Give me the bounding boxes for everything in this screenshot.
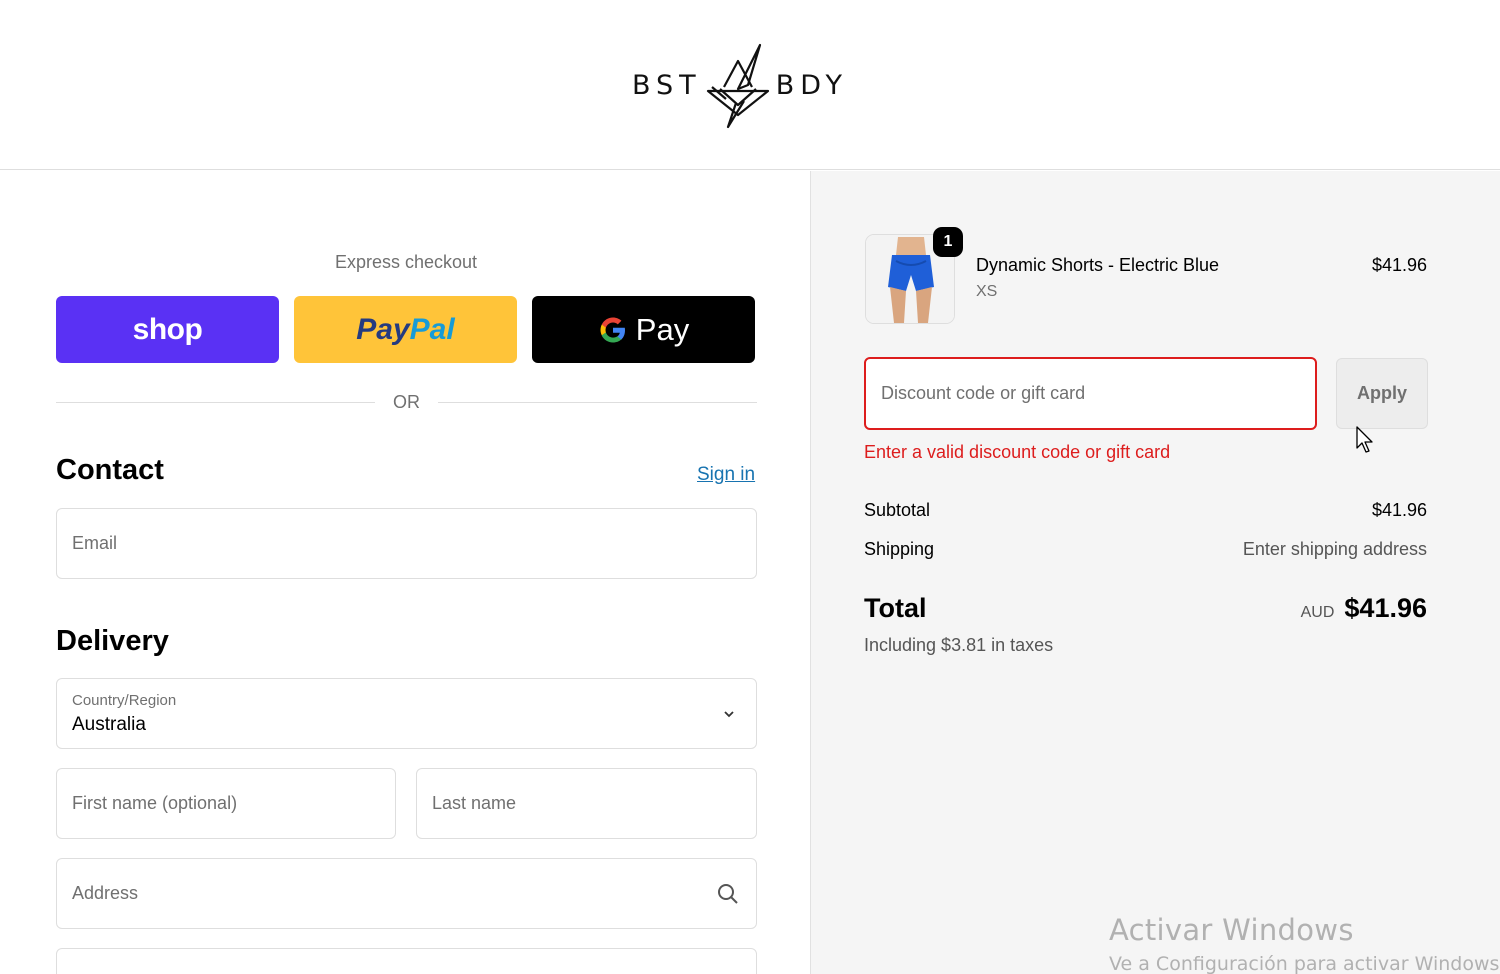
total-label: Total: [864, 593, 927, 623]
shop-pay-button[interactable]: shop: [56, 296, 279, 363]
subtotal-value: $41.96: [1371, 500, 1427, 520]
apply-button[interactable]: Apply: [1336, 358, 1428, 429]
discount-input[interactable]: [881, 359, 1301, 428]
email-field[interactable]: [56, 508, 757, 579]
apartment-field[interactable]: [56, 948, 757, 974]
product-variant: XS: [976, 283, 998, 300]
last-name-input[interactable]: [432, 769, 741, 838]
google-g-icon: [600, 317, 625, 342]
search-icon: [718, 884, 738, 904]
country-select[interactable]: Country/Region Australia: [56, 678, 757, 749]
address-field[interactable]: [56, 858, 757, 929]
sign-in-link[interactable]: Sign in: [697, 464, 755, 486]
quantity-badge: 1: [933, 227, 963, 257]
contact-heading: Contact: [56, 454, 164, 486]
product-price: $41.96: [1371, 255, 1427, 275]
shop-pay-label: shop: [132, 312, 203, 346]
last-name-field[interactable]: [416, 768, 757, 839]
paypal-label-pay: Pay: [356, 312, 410, 346]
logo-text-right: BDY: [775, 69, 849, 101]
bolt-triangle-logo-icon: [706, 43, 769, 129]
or-divider: OR: [56, 390, 757, 414]
country-select-label: Country/Region: [72, 692, 177, 709]
paypal-label-pal: Pal: [409, 312, 455, 346]
brand-logo[interactable]: BST BDY: [632, 40, 858, 130]
order-summary: 1 Dynamic Shorts - Electric Blue XS $41.…: [810, 171, 1500, 974]
first-name-field[interactable]: [56, 768, 396, 839]
country-select-value: Australia: [72, 714, 146, 735]
watermark-subtitle: Ve a Configuración para activar Windows.: [1109, 953, 1500, 974]
subtotal-label: Subtotal: [864, 500, 931, 520]
google-pay-button[interactable]: Pay: [532, 296, 755, 363]
windows-activation-watermark: Activar Windows Ve a Configuración para …: [1109, 913, 1500, 974]
currency-code: AUD: [1300, 604, 1335, 621]
total-amount: AUD $41.96: [1301, 593, 1427, 624]
discount-field[interactable]: [864, 357, 1317, 430]
checkout-form: Express checkout shop Pay Pal Pay OR Cont…: [0, 171, 810, 974]
divider-line-left: [56, 401, 375, 403]
delivery-heading: Delivery: [56, 625, 169, 657]
header: BST BDY: [0, 0, 1500, 170]
google-pay-label: Pay: [635, 311, 690, 347]
discount-error-message: Enter a valid discount code or gift card: [864, 442, 1171, 462]
or-text: OR: [393, 391, 420, 412]
mouse-cursor-icon: [1356, 426, 1373, 453]
divider-line-right: [438, 401, 757, 403]
product-name: Dynamic Shorts - Electric Blue: [976, 255, 1220, 275]
express-checkout-title: Express checkout: [334, 252, 478, 272]
chevron-down-icon: [724, 711, 734, 718]
shipping-value: Enter shipping address: [1242, 539, 1427, 559]
logo-text-left: BST: [632, 69, 702, 101]
taxes-note: Including $3.81 in taxes: [864, 635, 1054, 655]
shipping-label: Shipping: [864, 539, 935, 559]
paypal-button[interactable]: Pay Pal: [294, 296, 517, 363]
total-value: $41.96: [1344, 593, 1427, 623]
first-name-input[interactable]: [72, 769, 380, 838]
email-input[interactable]: [72, 509, 741, 578]
address-input[interactable]: [72, 859, 741, 928]
watermark-title: Activar Windows: [1109, 913, 1354, 947]
